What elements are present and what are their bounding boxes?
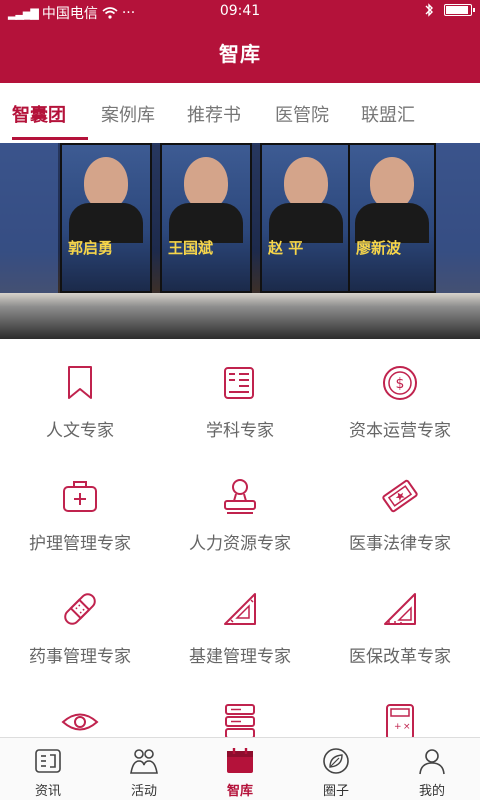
eye-icon (61, 713, 99, 731)
tab-recommended-books[interactable]: 推荐书 (187, 101, 241, 127)
speaker-name: 郭启勇 (68, 239, 114, 257)
banner-image[interactable]: 郭启勇 王国斌 赵 平 廖新波 (0, 143, 480, 339)
news-icon (35, 749, 61, 773)
ruler-triangle-icon (384, 593, 416, 625)
expert-label: 医保改革专家 (349, 647, 451, 667)
page-title: 智库 (219, 42, 261, 66)
battery-icon (444, 4, 475, 16)
people-icon (130, 749, 158, 774)
expert-label: 护理管理专家 (29, 534, 131, 554)
tab-bar: 智囊团 案例库 推荐书 医管院 联盟汇 (0, 83, 480, 143)
nav-label: 圈子 (322, 784, 349, 799)
first-aid-kit-icon (63, 481, 97, 512)
bluetooth-icon (425, 3, 433, 17)
expert-label: 基建管理专家 (189, 647, 291, 667)
nav-mine[interactable]: 我的 (384, 738, 480, 800)
svg-text:×: × (403, 722, 411, 732)
speaker-name: 廖新波 (356, 239, 402, 257)
expert-label: 人文专家 (46, 421, 114, 441)
nav-activities[interactable]: 活动 (96, 738, 192, 800)
expert-grid: 人文专家 学科专家 $ 资本运营专家 护理管理专家 人力资源专家 医事法律专家 … (0, 339, 480, 737)
expert-label: 资本运营专家 (349, 421, 451, 441)
expert-item[interactable]: + × (320, 678, 480, 737)
nav-circle[interactable]: 圈子 (288, 738, 384, 800)
nav-label: 我的 (418, 784, 445, 799)
svg-text:+: + (394, 722, 402, 732)
tab-zhinangtuan[interactable]: 智囊团 (12, 101, 66, 127)
expert-nursing[interactable]: 护理管理专家 (0, 452, 160, 565)
speaker-panel: 王国斌 (160, 143, 252, 293)
book-icon (224, 367, 254, 399)
set-square-icon (224, 593, 256, 625)
status-bar: ▂▃▅▇ 中国电信 ··· 09:41 (0, 0, 480, 24)
speaker-panel: 郭启勇 (60, 143, 152, 293)
speaker-panel: 廖新波 (348, 143, 436, 293)
tab-alliance[interactable]: 联盟汇 (361, 101, 415, 127)
active-tab-indicator (12, 137, 88, 140)
expert-medical-insurance[interactable]: 医保改革专家 (320, 565, 480, 678)
calculator-icon: + × (386, 704, 414, 737)
speaker-name: 王国斌 (168, 239, 214, 257)
calendar-icon (227, 748, 253, 773)
expert-label: 学科专家 (206, 421, 274, 441)
expert-label: 药事管理专家 (29, 647, 131, 667)
law-badge-icon (382, 479, 418, 513)
status-time: 09:41 (219, 3, 261, 19)
server-icon (225, 704, 255, 737)
nav-label: 智库 (226, 784, 253, 799)
speaker-panel: 赵 平 (260, 143, 352, 293)
bottom-nav: 资讯 活动 智库 圈子 我的 (0, 737, 480, 800)
expert-label: 医事法律专家 (349, 534, 451, 554)
stamp-icon (224, 479, 256, 514)
speaker-name: 赵 平 (268, 239, 304, 257)
svg-text:$: $ (396, 376, 405, 392)
expert-pharmacy[interactable]: 药事管理专家 (0, 565, 160, 678)
nav-news[interactable]: 资讯 (0, 738, 96, 800)
expert-discipline[interactable]: 学科专家 (160, 339, 320, 452)
expert-infrastructure[interactable]: 基建管理专家 (160, 565, 320, 678)
audience-stage (0, 293, 480, 339)
expert-item[interactable] (0, 678, 160, 737)
expert-medical-law[interactable]: 医事法律专家 (320, 452, 480, 565)
top-bar: ▂▃▅▇ 中国电信 ··· 09:41 智库 (0, 0, 480, 83)
expert-humanities[interactable]: 人文专家 (0, 339, 160, 452)
leaf-circle-icon (323, 748, 349, 774)
expert-item[interactable] (160, 678, 320, 737)
expert-capital-operation[interactable]: $ 资本运营专家 (320, 339, 480, 452)
tab-case-library[interactable]: 案例库 (101, 101, 155, 127)
bandage-icon (64, 593, 96, 625)
nav-label: 资讯 (34, 784, 61, 799)
tab-hospital-management[interactable]: 医管院 (275, 101, 329, 127)
bookmark-icon (68, 366, 92, 399)
expert-label: 人力资源专家 (189, 534, 291, 554)
nav-label: 活动 (130, 784, 157, 799)
expert-human-resources[interactable]: 人力资源专家 (160, 452, 320, 565)
user-icon (419, 749, 445, 775)
nav-think-tank[interactable]: 智库 (192, 738, 288, 800)
dollar-coin-icon: $ (383, 366, 417, 400)
